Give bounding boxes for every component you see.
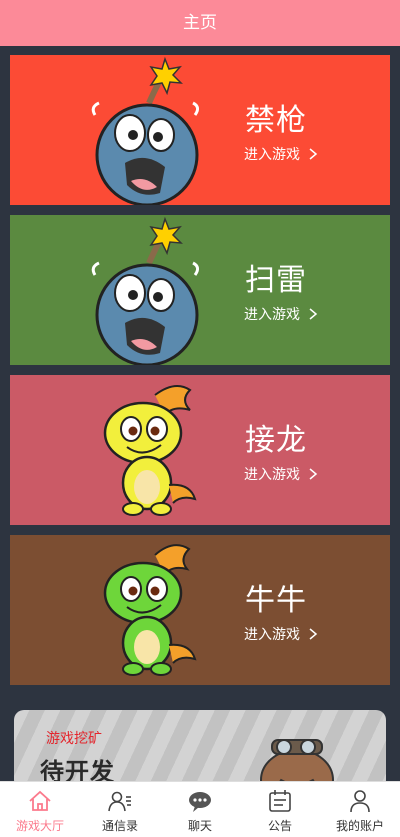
tab-label: 我的账户 <box>335 819 384 833</box>
tab-label: 聊天 <box>187 819 212 833</box>
bomb-icon <box>91 56 200 205</box>
tab-label: 游戏大厅 <box>15 819 64 833</box>
chat-icon <box>189 792 211 812</box>
enter-game-label: 进入游戏 <box>244 307 300 323</box>
banner-title: 游戏挖矿 <box>46 731 102 747</box>
enter-game-label: 进入游戏 <box>244 467 300 483</box>
enter-game-label: 进入游戏 <box>244 627 300 643</box>
game-title: 禁枪 <box>245 103 307 138</box>
green-dragon-icon <box>103 544 197 676</box>
chevron-right-icon <box>309 308 318 320</box>
tab-label: 公告 <box>267 819 292 833</box>
tab-game-hall[interactable]: 游戏大厅 <box>0 782 80 837</box>
tab-contacts[interactable]: 通信录 <box>80 782 160 837</box>
game-card-jielong[interactable]: 接龙 进入游戏 <box>10 375 390 525</box>
tab-my-account[interactable]: 我的账户 <box>320 782 400 837</box>
game-title: 牛牛 <box>245 583 307 618</box>
tab-notice[interactable]: 公告 <box>240 782 320 837</box>
game-title: 扫雷 <box>245 263 307 298</box>
chevron-right-icon <box>309 148 318 160</box>
user-icon <box>350 790 370 813</box>
tab-label: 通信录 <box>101 819 138 833</box>
miner-character-icon <box>260 739 334 790</box>
mining-banner-section: 游戏挖矿 待开发 <box>0 694 400 790</box>
chevron-right-icon <box>309 628 318 640</box>
notice-icon <box>269 790 291 812</box>
bottom-tab-bar: 游戏大厅 通信录 聊天 公告 我的账户 <box>0 781 400 837</box>
contacts-icon <box>108 791 131 812</box>
tab-chat[interactable]: 聊天 <box>160 782 240 837</box>
chevron-right-icon <box>309 468 318 480</box>
enter-game-link[interactable]: 进入游戏 <box>244 304 318 324</box>
enter-game-link[interactable]: 进入游戏 <box>244 624 318 644</box>
enter-game-link[interactable]: 进入游戏 <box>244 464 318 484</box>
yellow-dragon-icon <box>103 385 197 516</box>
home-icon <box>29 790 51 811</box>
game-title: 接龙 <box>245 423 307 458</box>
page-title: 主页 <box>183 13 217 33</box>
enter-game-link[interactable]: 进入游戏 <box>244 144 318 164</box>
bomb-icon <box>91 216 200 365</box>
page-header: 主页 <box>0 0 400 46</box>
game-card-jinqiang[interactable]: 禁枪 进入游戏 <box>10 55 390 205</box>
game-card-niuniu[interactable]: 牛牛 进入游戏 <box>10 535 390 685</box>
game-card-saolei[interactable]: 扫雷 进入游戏 <box>10 215 390 365</box>
enter-game-label: 进入游戏 <box>244 147 300 163</box>
mining-banner[interactable]: 游戏挖矿 待开发 <box>14 710 386 790</box>
